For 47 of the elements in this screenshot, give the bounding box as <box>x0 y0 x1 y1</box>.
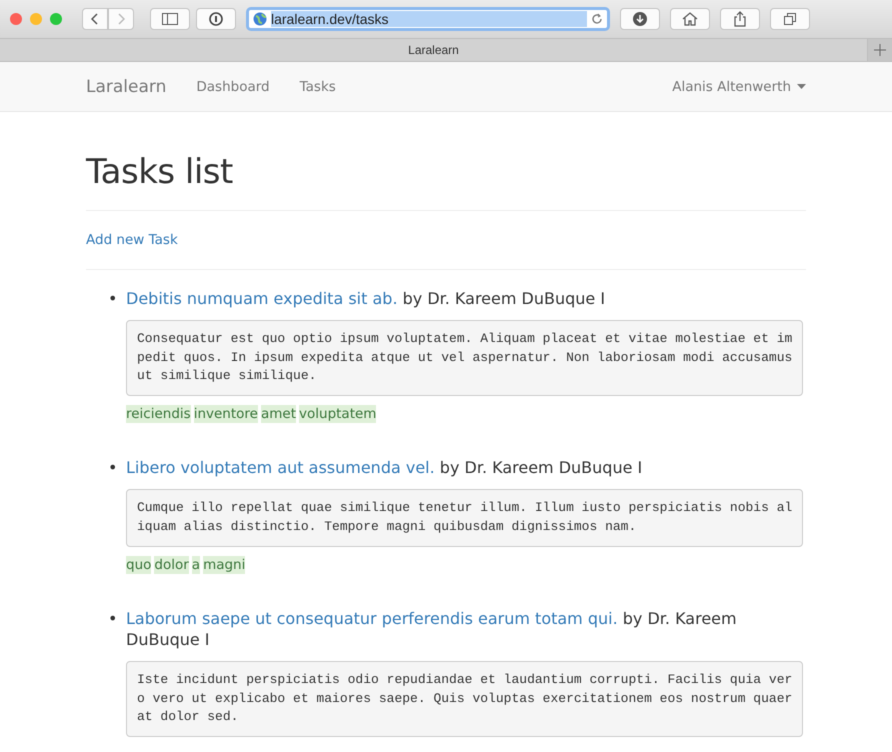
nav-link[interactable]: Tasks <box>300 78 336 94</box>
brand-link[interactable]: Laralearn <box>86 76 166 96</box>
info-icon <box>209 12 223 26</box>
user-menu[interactable]: Alanis Altenwerth <box>672 78 806 94</box>
tag-label: reiciendis <box>126 405 191 424</box>
task-description: Iste incidunt perspiciatis odio repudiandae et laudantium corrupti. Facilis quia vero vero ut explicabo et maiores saepe. Quis voluptas exercitationem eos nostrum quaerat dolor sed. <box>126 660 804 738</box>
task-description: Consequatur est quo optio ipsum voluptatem. Aliquam placeat et vitae molestiae et impedit quos. In ipsum expedita atque ut vel aspernatur. Non laboriosam modi accusamus ut similique similique. <box>126 320 804 396</box>
task-heading: Debitis numquam expedita sit ab. by Dr. Kareem DuBuque I <box>126 288 606 310</box>
chevron-right-icon <box>117 13 125 25</box>
tag-label: amet <box>260 405 296 424</box>
task-heading: Laborum saepe ut consequatur perferendis earum totam qui. by Dr. Kareem DuBuque I <box>126 608 738 651</box>
back-button[interactable] <box>82 8 108 30</box>
tag-label: inventore <box>194 405 258 424</box>
tabs-icon <box>783 12 797 26</box>
task-description: Cumque illo repellat quae similique tenetur illum. Illum iusto perspiciatis nobis aliquam alias distinctio. Tempore magni quibusdam dignissimos nam. <box>126 488 804 547</box>
home-button[interactable] <box>670 8 710 30</box>
task-title-link[interactable]: Libero voluptatem aut assumenda vel. <box>126 458 435 478</box>
globe-icon <box>253 12 267 26</box>
share-button[interactable] <box>720 8 760 30</box>
page-title: Tasks list <box>86 152 806 211</box>
task-heading: Libero voluptatem aut assumenda vel. by Dr. Kareem DuBuque I <box>126 457 644 479</box>
task-title-link[interactable]: Debitis numquam expedita sit ab. <box>126 289 398 308</box>
bullet: • <box>108 288 116 310</box>
task-title-link[interactable]: Laborum saepe ut consequatur perferendis earum totam qui. <box>126 608 618 628</box>
bullet: • <box>108 457 116 480</box>
tag-label: dolor <box>154 556 189 574</box>
download-icon <box>633 12 647 26</box>
reload-icon[interactable] <box>591 13 603 25</box>
sidebar-icon <box>162 13 178 25</box>
bullet: • <box>108 608 116 630</box>
add-task-link[interactable]: Add new Task <box>86 232 178 248</box>
chevron-left-icon <box>91 13 99 25</box>
tag-label: magni <box>203 556 246 574</box>
password-button[interactable] <box>196 8 236 30</box>
plus-icon <box>874 44 886 56</box>
caret-icon <box>797 84 806 89</box>
share-icon <box>733 11 747 27</box>
new-tab-button[interactable] <box>867 39 892 61</box>
tabs-button[interactable] <box>770 8 810 30</box>
tag-label: a <box>192 556 200 574</box>
download-button[interactable] <box>620 8 660 30</box>
nav-link[interactable]: Dashboard <box>196 78 270 94</box>
address-field[interactable]: laralearn.dev/tasks <box>246 7 610 31</box>
tag-label: quo <box>126 556 152 574</box>
home-icon <box>682 12 698 26</box>
sidebar-button[interactable] <box>150 8 190 30</box>
tag-label: voluptatem <box>299 405 376 424</box>
